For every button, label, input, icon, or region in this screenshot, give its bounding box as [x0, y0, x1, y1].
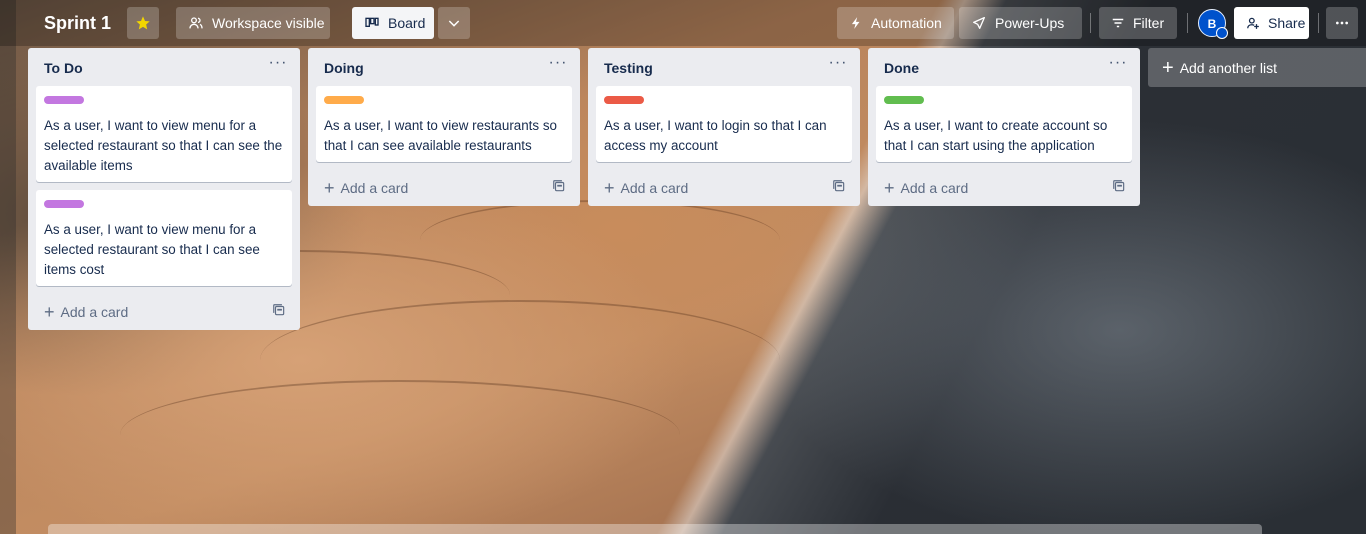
more-icon — [1336, 21, 1348, 25]
card-label[interactable] — [604, 96, 644, 104]
add-card-button[interactable]: + Add a card — [316, 174, 572, 202]
list-header: Testing ··· — [588, 48, 860, 86]
share-label: Share — [1268, 15, 1306, 31]
list-title[interactable]: To Do — [44, 60, 284, 76]
template-icon[interactable] — [832, 179, 846, 193]
plus-icon: + — [604, 178, 615, 198]
add-another-list-label: Add another list — [1179, 59, 1277, 76]
add-another-list-button[interactable]: + Add another list — [1148, 48, 1366, 87]
template-icon[interactable] — [272, 303, 286, 317]
card-list: As a user, I want to view restaurants so… — [308, 86, 580, 162]
plus-icon: + — [44, 302, 55, 322]
card[interactable]: As a user, I want to view restaurants so… — [316, 86, 572, 162]
board-view-label: Board — [388, 15, 426, 31]
add-card-label: Add a card — [60, 304, 129, 320]
star-button[interactable] — [127, 7, 159, 39]
card-list: As a user, I want to view menu for a sel… — [28, 86, 300, 286]
card-title: As a user, I want to login so that I can… — [604, 118, 827, 153]
card[interactable]: As a user, I want to login so that I can… — [596, 86, 852, 162]
card-title: As a user, I want to view menu for a sel… — [44, 222, 260, 277]
background-edge — [0, 0, 16, 534]
list-done: Done ··· As a user, I want to create acc… — [868, 48, 1140, 206]
add-card-button[interactable]: + Add a card — [36, 298, 292, 326]
board-header: Sprint 1 Workspace visible Board Automat… — [0, 0, 1366, 46]
card-label[interactable] — [44, 96, 84, 104]
list-menu-icon[interactable]: ··· — [268, 55, 288, 76]
card-label[interactable] — [884, 96, 924, 104]
rocket-icon — [973, 17, 985, 29]
dune-ripple — [420, 200, 780, 280]
header-divider — [1318, 13, 1319, 33]
card-title: As a user, I want to create account so t… — [884, 118, 1108, 153]
list-header: Doing ··· — [308, 48, 580, 86]
filter-label: Filter — [1133, 15, 1165, 31]
template-icon[interactable] — [552, 179, 566, 193]
plus-icon: + — [1162, 56, 1174, 79]
plus-icon: + — [324, 178, 335, 198]
board-horizontal-scrollbar[interactable] — [48, 524, 1262, 534]
card[interactable]: As a user, I want to create account so t… — [876, 86, 1132, 162]
add-card-label: Add a card — [620, 180, 689, 196]
add-card-row: + Add a card — [588, 170, 860, 206]
template-icon[interactable] — [1112, 179, 1126, 193]
people-icon — [189, 17, 203, 29]
list-menu-icon[interactable]: ··· — [828, 55, 848, 76]
power-ups-button[interactable]: Power-Ups — [959, 7, 1082, 39]
card-label[interactable] — [44, 200, 84, 208]
card-title: As a user, I want to view restaurants so… — [324, 118, 557, 153]
filter-button[interactable]: Filter — [1099, 7, 1177, 39]
board-view-button[interactable]: Board — [352, 7, 434, 39]
board-icon — [365, 17, 379, 27]
list-menu-icon[interactable]: ··· — [1108, 55, 1128, 76]
list-title[interactable]: Testing — [604, 60, 844, 76]
add-card-row: + Add a card — [28, 294, 300, 330]
list-to-do: To Do ··· As a user, I want to view menu… — [28, 48, 300, 330]
list-header: To Do ··· — [28, 48, 300, 86]
board-title[interactable]: Sprint 1 — [44, 12, 111, 34]
list-menu-icon[interactable]: ··· — [548, 55, 568, 76]
list-title[interactable]: Done — [884, 60, 1124, 76]
add-card-label: Add a card — [340, 180, 409, 196]
star-icon — [136, 16, 150, 30]
list-doing: Doing ··· As a user, I want to view rest… — [308, 48, 580, 206]
list-title[interactable]: Doing — [324, 60, 564, 76]
add-card-label: Add a card — [900, 180, 969, 196]
card-title: As a user, I want to view menu for a sel… — [44, 118, 283, 173]
card-list: As a user, I want to login so that I can… — [588, 86, 860, 162]
admin-badge — [1216, 27, 1228, 39]
avatar-initial: B — [1207, 17, 1217, 31]
lightning-icon — [851, 17, 860, 29]
header-divider — [1187, 13, 1188, 33]
add-person-icon — [1247, 17, 1259, 29]
power-ups-label: Power-Ups — [995, 15, 1065, 31]
chevron-down-icon — [448, 20, 460, 27]
avatar[interactable]: B — [1198, 9, 1228, 39]
automation-label: Automation — [871, 15, 942, 31]
add-card-button[interactable]: + Add a card — [596, 174, 852, 202]
share-button[interactable]: Share — [1234, 7, 1309, 39]
dune-ripple — [120, 380, 680, 490]
add-card-button[interactable]: + Add a card — [876, 174, 1132, 202]
automation-button[interactable]: Automation — [837, 7, 954, 39]
plus-icon: + — [884, 178, 895, 198]
add-card-row: + Add a card — [308, 170, 580, 206]
workspace-visible-label: Workspace visible — [212, 15, 325, 31]
workspace-visible-button[interactable]: Workspace visible — [176, 7, 330, 39]
list-testing: Testing ··· As a user, I want to login s… — [588, 48, 860, 206]
view-switcher-button[interactable] — [438, 7, 470, 39]
filter-icon — [1112, 18, 1124, 28]
card-list: As a user, I want to create account so t… — [868, 86, 1140, 162]
card[interactable]: As a user, I want to view menu for a sel… — [36, 86, 292, 182]
board-menu-button[interactable] — [1326, 7, 1358, 39]
list-header: Done ··· — [868, 48, 1140, 86]
card[interactable]: As a user, I want to view menu for a sel… — [36, 190, 292, 286]
add-card-row: + Add a card — [868, 170, 1140, 206]
header-divider — [1090, 13, 1091, 33]
card-label[interactable] — [324, 96, 364, 104]
